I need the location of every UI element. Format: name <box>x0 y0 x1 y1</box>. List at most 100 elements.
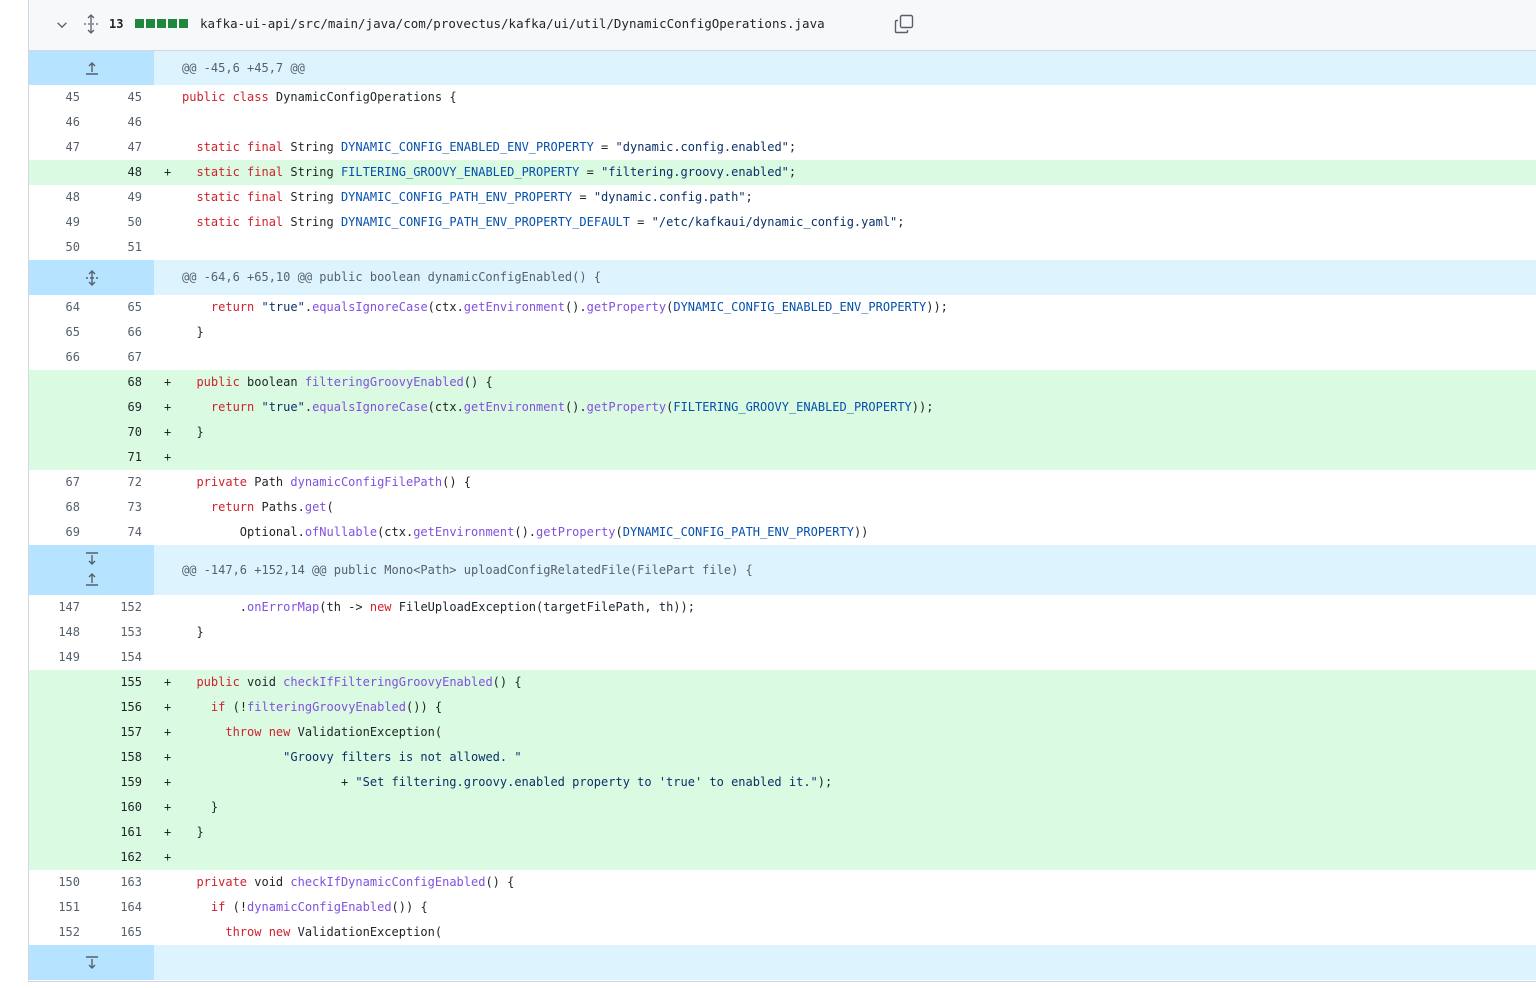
new-line-number[interactable]: 68 <box>91 370 142 395</box>
code-token: checkIfDynamicConfigEnabled <box>290 875 486 889</box>
new-line-number[interactable]: 67 <box>91 345 142 370</box>
new-line-number[interactable]: 51 <box>91 235 142 260</box>
new-line-number[interactable]: 47 <box>91 135 142 160</box>
expand-gutter[interactable] <box>29 51 154 85</box>
new-line-number[interactable]: 48 <box>91 160 142 185</box>
new-line-number[interactable]: 165 <box>91 920 142 945</box>
expand-gutter[interactable] <box>29 545 154 595</box>
context-line: 66 67 <box>29 345 1536 370</box>
old-line-number[interactable]: 64 <box>29 295 80 320</box>
old-line-number[interactable]: 68 <box>29 495 80 520</box>
new-line-number[interactable]: 74 <box>91 520 142 545</box>
code-line: } <box>182 320 203 345</box>
expand-gutter[interactable] <box>29 260 154 295</box>
code-token: equalsIgnoreCase <box>312 400 428 414</box>
old-line-number[interactable]: 50 <box>29 235 80 260</box>
code-token: } <box>182 425 204 439</box>
new-line-number[interactable]: 66 <box>91 320 142 345</box>
old-line-number[interactable]: 151 <box>29 895 80 920</box>
new-line-number[interactable]: 73 <box>91 495 142 520</box>
old-line-number[interactable]: 152 <box>29 920 80 945</box>
addition-marker: + <box>164 825 172 839</box>
new-line-number[interactable]: 157 <box>91 720 142 745</box>
old-line-number[interactable]: 46 <box>29 110 80 135</box>
addition-marker: + <box>164 700 172 714</box>
expand-down-icon[interactable] <box>84 955 100 971</box>
code-token: (! <box>232 900 248 914</box>
new-line-number[interactable]: 65 <box>91 295 142 320</box>
hunk-header: @@ -64,6 +65,10 @@ public boolean dynami… <box>29 260 1536 295</box>
new-line-number[interactable]: 71 <box>91 445 142 470</box>
added-line: 71 + <box>29 445 1536 470</box>
code-token: = <box>593 140 616 154</box>
expand-down-icon[interactable] <box>84 551 100 567</box>
code-token: FileUploadException(targetFilePath, th))… <box>398 600 695 614</box>
new-line-number[interactable]: 72 <box>91 470 142 495</box>
old-line-number[interactable]: 65 <box>29 320 80 345</box>
hunk-header-text: @@ -147,6 +152,14 @@ public Mono<Path> u… <box>182 563 753 577</box>
new-line-number[interactable]: 156 <box>91 695 142 720</box>
code-token: (). <box>564 400 587 414</box>
expand-all-icon[interactable] <box>84 270 100 286</box>
code-token: public class <box>182 90 276 104</box>
new-line-number[interactable]: 49 <box>91 185 142 210</box>
old-line-number[interactable]: 66 <box>29 345 80 370</box>
code-line: } <box>182 820 203 845</box>
expand-up-icon[interactable] <box>84 571 100 587</box>
code-token: "Set filtering.groovy.enabled property t… <box>355 775 818 789</box>
new-line-number[interactable]: 159 <box>91 770 142 795</box>
old-line-number[interactable]: 47 <box>29 135 80 160</box>
unfold-icon[interactable] <box>83 14 99 34</box>
new-line-number[interactable]: 163 <box>91 870 142 895</box>
code-token: ( <box>615 525 623 539</box>
new-line-number[interactable]: 50 <box>91 210 142 235</box>
addition-marker: + <box>164 375 172 389</box>
code-token: if <box>210 700 233 714</box>
new-line-number[interactable]: 160 <box>91 795 142 820</box>
old-line-number[interactable]: 147 <box>29 595 80 620</box>
new-line-number[interactable]: 154 <box>91 645 142 670</box>
old-line-number[interactable]: 148 <box>29 620 80 645</box>
new-line-number[interactable]: 161 <box>91 820 142 845</box>
added-line: 157 + throw new ValidationException( <box>29 720 1536 745</box>
code-token: "true" <box>261 300 305 314</box>
code-token: onErrorMap <box>247 600 320 614</box>
new-line-number[interactable]: 69 <box>91 395 142 420</box>
new-line-number[interactable]: 158 <box>91 745 142 770</box>
expand-up-icon[interactable] <box>84 60 100 76</box>
new-line-number[interactable]: 162 <box>91 845 142 870</box>
old-line-number[interactable]: 49 <box>29 210 80 235</box>
new-line-number[interactable]: 164 <box>91 895 142 920</box>
code-token: = <box>629 215 652 229</box>
old-line-number[interactable]: 149 <box>29 645 80 670</box>
old-line-number[interactable]: 69 <box>29 520 80 545</box>
file-path-link[interactable]: kafka-ui-api/src/main/java/com/provectus… <box>200 16 825 31</box>
new-line-number[interactable]: 152 <box>91 595 142 620</box>
context-line: 46 46 <box>29 110 1536 135</box>
code-token: "filtering.groovy.enabled" <box>601 165 789 179</box>
code-token: () { <box>485 875 515 889</box>
old-line-number[interactable]: 48 <box>29 185 80 210</box>
code-token: "/etc/kafkaui/dynamic_config.yaml" <box>651 215 898 229</box>
expand-gutter[interactable] <box>29 945 154 980</box>
new-line-number[interactable]: 155 <box>91 670 142 695</box>
code-token: )); <box>911 400 934 414</box>
code-line: return "true".equalsIgnoreCase(ctx.getEn… <box>182 295 948 320</box>
new-line-number[interactable]: 46 <box>91 110 142 135</box>
copy-icon[interactable] <box>894 14 914 34</box>
code-token: "Groovy filters is not allowed. " <box>283 750 522 764</box>
hunk-header-text: @@ -64,6 +65,10 @@ public boolean dynami… <box>182 270 602 284</box>
new-line-number[interactable]: 70 <box>91 420 142 445</box>
new-line-number[interactable]: 45 <box>91 85 142 110</box>
old-line-number[interactable]: 67 <box>29 470 80 495</box>
code-token: getEnvironment <box>463 300 565 314</box>
new-line-number[interactable]: 153 <box>91 620 142 645</box>
code-token: return <box>210 300 262 314</box>
context-line: 69 74 Optional.ofNullable(ctx.getEnvironm… <box>29 520 1536 545</box>
old-line-number[interactable]: 45 <box>29 85 80 110</box>
chevron-down-icon[interactable] <box>55 18 69 32</box>
old-line-number[interactable]: 150 <box>29 870 80 895</box>
